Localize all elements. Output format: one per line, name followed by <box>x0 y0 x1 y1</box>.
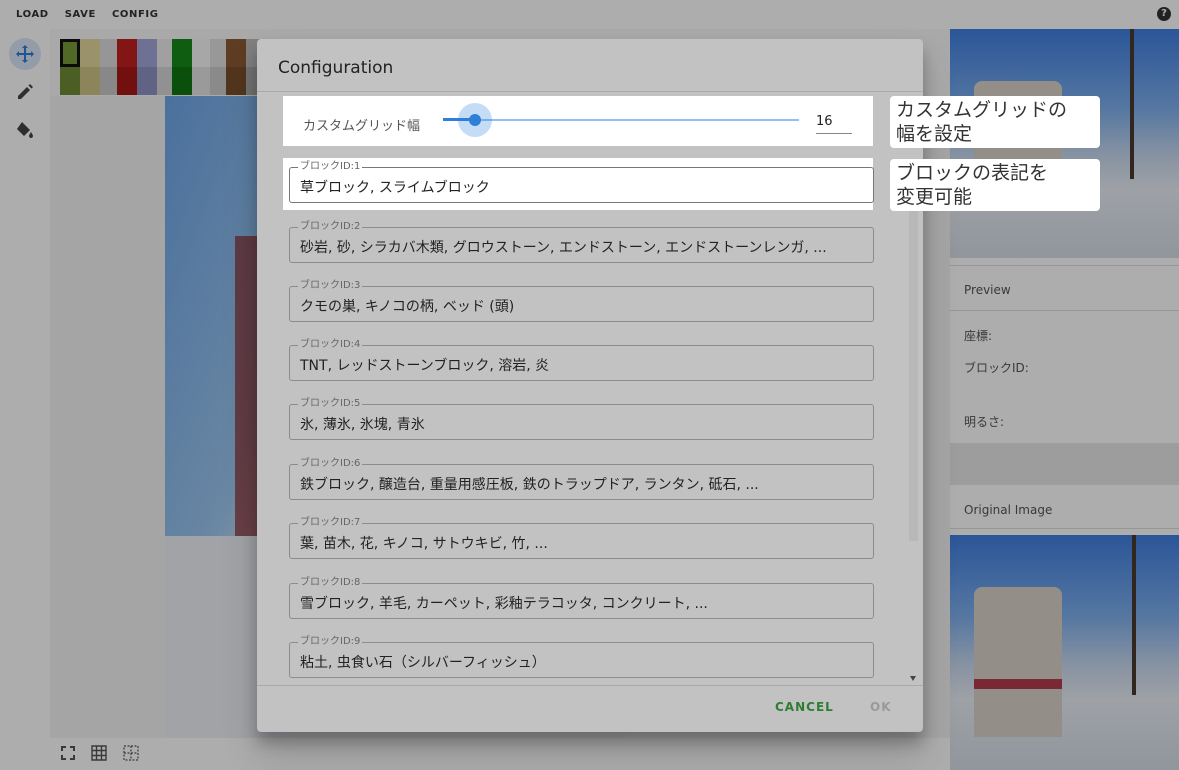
dialog-title: Configuration <box>278 58 394 78</box>
field-label: ブロックID:1 <box>298 161 363 173</box>
block-id-field[interactable]: ブロックID:2 砂岩, 砂, シラカバ木類, グロウストーン, エンドストーン… <box>289 221 874 263</box>
field-label: ブロックID:8 <box>298 577 363 589</box>
field-label: ブロックID:7 <box>298 517 363 529</box>
callout-line: 幅を設定 <box>896 123 973 145</box>
configuration-dialog: Configuration カスタムグリッド幅 16 ブロックID:1 草ブロッ… <box>257 39 923 732</box>
field-value: クモの巣, キノコの柄, ベッド (頭) <box>300 299 515 315</box>
field-value: 雪ブロック, 羊毛, カーペット, 彩釉テラコッタ, コンクリート, ... <box>300 596 708 612</box>
field-label: ブロックID:4 <box>298 339 363 351</box>
field-value: TNT, レッドストーンブロック, 溶岩, 炎 <box>300 358 550 374</box>
field-value: 草ブロック, スライムブロック <box>300 180 490 196</box>
block-id-field[interactable]: ブロックID:4 TNT, レッドストーンブロック, 溶岩, 炎 <box>289 339 874 381</box>
block-id-field[interactable]: ブロックID:1 草ブロック, スライムブロック <box>289 161 874 203</box>
cancel-button[interactable]: CANCEL <box>775 700 834 714</box>
block-id-field[interactable]: ブロックID:6 鉄ブロック, 醸造台, 重量用感圧板, 鉄のトラップドア, ラ… <box>289 458 874 500</box>
custom-grid-row: カスタムグリッド幅 16 <box>283 96 873 146</box>
scroll-down-arrow-icon[interactable] <box>910 676 916 681</box>
grid-slider-track[interactable] <box>443 119 799 121</box>
ok-button[interactable]: OK <box>870 700 892 714</box>
dialog-content[interactable]: カスタムグリッド幅 16 ブロックID:1 草ブロック, スライムブロック ブロ… <box>257 91 923 685</box>
field-value: 鉄ブロック, 醸造台, 重量用感圧板, 鉄のトラップドア, ランタン, 砥石, … <box>300 477 759 493</box>
field-value: 粘土, 虫食い石（シルバーフィッシュ） <box>300 655 546 671</box>
grid-width-callout: カスタムグリッドの 幅を設定 <box>890 96 1100 148</box>
field-value: 氷, 薄氷, 氷塊, 青氷 <box>300 417 425 433</box>
block-id-field[interactable]: ブロックID:7 葉, 苗木, 花, キノコ, サトウキビ, 竹, ... <box>289 517 874 559</box>
block-id-field[interactable]: ブロックID:9 粘土, 虫食い石（シルバーフィッシュ） <box>289 636 874 678</box>
callout-line: ブロックの表記を <box>896 162 1049 184</box>
scrollbar-thumb[interactable] <box>909 211 918 541</box>
custom-grid-label: カスタムグリッド幅 <box>303 119 421 134</box>
grid-width-input[interactable]: 16 <box>816 110 852 134</box>
field-label: ブロックID:3 <box>298 280 363 292</box>
block-id-field[interactable]: ブロックID:5 氷, 薄氷, 氷塊, 青氷 <box>289 398 874 440</box>
callout-line: 変更可能 <box>896 186 973 208</box>
callout-line: カスタムグリッドの <box>896 99 1068 121</box>
grid-slider-thumb[interactable] <box>469 114 481 126</box>
block-id-field[interactable]: ブロックID:3 クモの巣, キノコの柄, ベッド (頭) <box>289 280 874 322</box>
field-value: 砂岩, 砂, シラカバ木類, グロウストーン, エンドストーン, エンドストーン… <box>300 240 827 256</box>
field-label: ブロックID:9 <box>298 636 363 648</box>
field-label: ブロックID:2 <box>298 221 363 233</box>
field-value: 葉, 苗木, 花, キノコ, サトウキビ, 竹, ... <box>300 536 548 552</box>
block-id-field[interactable]: ブロックID:8 雪ブロック, 羊毛, カーペット, 彩釉テラコッタ, コンクリ… <box>289 577 874 619</box>
field-label: ブロックID:5 <box>298 398 363 410</box>
field-label: ブロックID:6 <box>298 458 363 470</box>
block-label-callout: ブロックの表記を 変更可能 <box>890 159 1100 211</box>
dialog-actions: CANCEL OK <box>257 685 923 732</box>
